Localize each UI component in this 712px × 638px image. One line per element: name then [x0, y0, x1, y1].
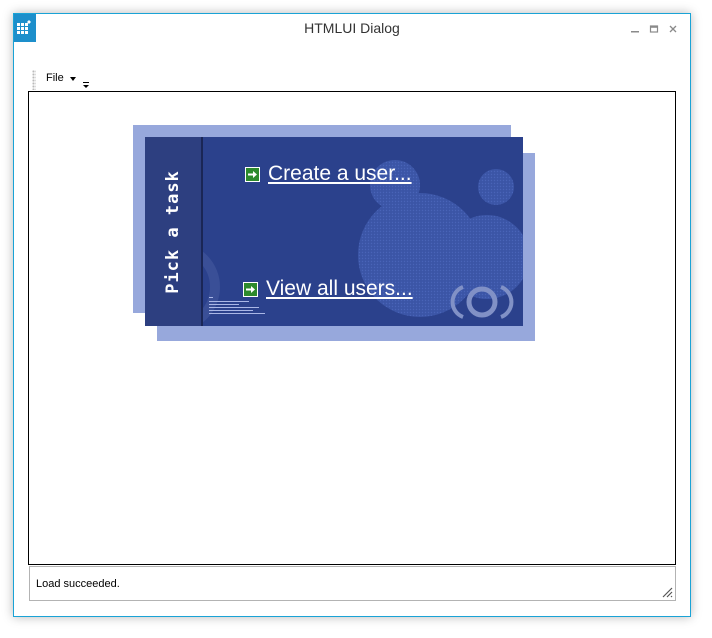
resize-grip-icon[interactable]: [660, 585, 673, 598]
close-icon[interactable]: [664, 20, 682, 38]
task-panel: Pick a task Create a user... View all us…: [133, 125, 535, 341]
view-all-users-link[interactable]: View all users...: [243, 277, 413, 301]
toolbar-overflow-icon[interactable]: [82, 76, 90, 88]
arrow-right-icon: [245, 166, 260, 182]
file-menu-label: File: [46, 72, 64, 84]
view-all-users-label: View all users...: [266, 277, 413, 300]
create-user-link[interactable]: Create a user...: [245, 162, 412, 186]
file-menu[interactable]: File: [46, 69, 76, 87]
status-bar: Load succeeded.: [29, 566, 676, 601]
menu-toolbar: File: [32, 68, 152, 90]
dropdown-caret-icon: [69, 72, 76, 84]
title-bar[interactable]: HTMLUI Dialog: [14, 14, 690, 48]
create-user-label: Create a user...: [268, 162, 412, 185]
side-title: Pick a task: [163, 170, 183, 294]
minimize-icon[interactable]: [626, 20, 644, 38]
maximize-icon[interactable]: [645, 20, 663, 38]
arrow-right-icon: [243, 281, 258, 297]
dialog-window: HTMLUI Dialog File Pick a task Create a …: [13, 13, 691, 617]
toolbar-grip[interactable]: [32, 70, 36, 90]
task-sidebar: Pick a task: [145, 137, 203, 326]
window-title: HTMLUI Dialog: [304, 20, 400, 36]
status-text: Load succeeded.: [36, 578, 120, 590]
task-card: Pick a task Create a user... View all us…: [145, 137, 523, 326]
html-view[interactable]: Pick a task Create a user... View all us…: [28, 91, 676, 565]
